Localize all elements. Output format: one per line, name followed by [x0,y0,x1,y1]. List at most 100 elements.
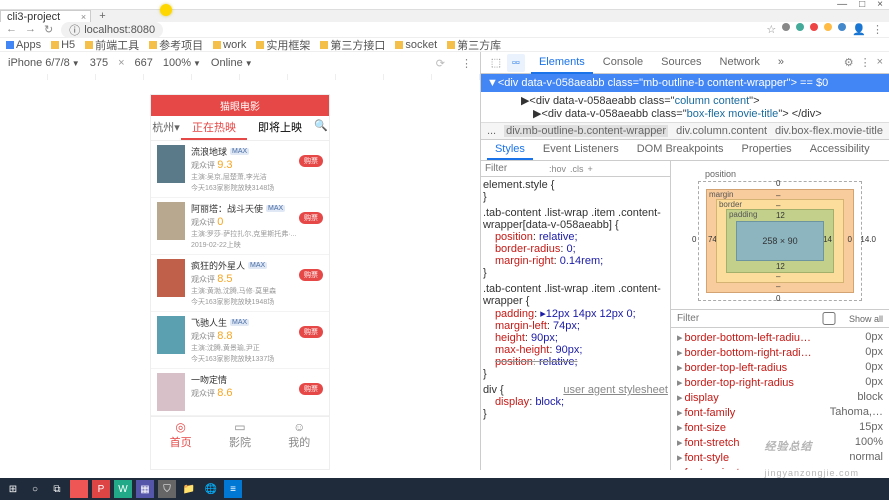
task-view-icon[interactable]: ⧉ [48,480,66,498]
movie-poster [157,259,185,297]
movie-item[interactable]: 流浪地球 MAX 观众评 9.3 主演:吴京,屈楚萧,李光洁 今天163家影院放… [151,141,329,198]
device-select[interactable]: iPhone 6/7/8▼ [8,57,80,69]
new-tab-button[interactable]: + [99,10,105,22]
taskbar-app[interactable]: P [92,480,110,498]
search-icon[interactable]: ○ [26,480,44,498]
box-model[interactable]: 0 0 0 14.0 margin – – 74 0 border – – pa… [698,181,862,301]
bookmark-item[interactable]: 前端工具 [85,37,139,53]
subtab-styles[interactable]: Styles [487,140,533,160]
crumb[interactable]: div.box-flex.movie-title [775,125,883,137]
nav-profile[interactable]: ☺我的 [270,420,329,450]
taskbar-app[interactable]: W [114,480,132,498]
ext-icon[interactable] [796,23,804,31]
crumb[interactable]: ... [487,125,496,137]
computed-prop[interactable]: ▸displayblock [677,390,883,405]
buy-ticket-button[interactable]: 购票 [299,326,323,338]
subtab-dom-breakpoints[interactable]: DOM Breakpoints [629,140,732,160]
maximize-button[interactable]: □ [859,0,865,10]
taskbar-app[interactable]: ▦ [136,480,154,498]
device-mode-icon[interactable]: ▫▫ [507,54,525,72]
network-select[interactable]: Online▼ [211,57,253,69]
close-button[interactable]: × [877,0,883,10]
tab-close-icon[interactable]: × [81,12,86,22]
url-field[interactable]: ⓘ localhost:8080 [61,22,163,38]
forward-icon[interactable]: → [25,23,36,36]
devtools-tab-sources[interactable]: Sources [653,52,709,74]
device-width[interactable]: 375 [90,57,108,69]
tab-now-showing[interactable]: 正在热映 [181,116,247,140]
ext-icon[interactable] [782,23,790,31]
subtab-properties[interactable]: Properties [734,140,800,160]
search-icon[interactable]: 🔍 [313,116,329,140]
devtools-panel: ⬚ ▫▫ Elements Console Sources Network » … [481,52,889,470]
show-all-checkbox[interactable] [815,312,843,325]
devtools-tab-network[interactable]: Network [712,52,768,74]
computed-prop[interactable]: ▸border-bottom-left-radiu…0px [677,330,883,345]
dom-child-node[interactable]: ▶<div data-v-058aeabb class="column cont… [481,92,889,123]
reload-icon[interactable]: ↻ [44,23,53,36]
buy-ticket-button[interactable]: 购票 [299,212,323,224]
movie-item[interactable]: 一吻定情 观众评 8.6 购票 [151,369,329,416]
start-button[interactable]: ⊞ [4,480,22,498]
computed-filter-input[interactable] [677,313,809,324]
dom-selected-node[interactable]: ▼<div data-v-058aeabb class="mb-outline-… [481,74,889,92]
zoom-select[interactable]: 100%▼ [163,57,201,69]
taskbar-vscode[interactable]: ≡ [224,480,242,498]
bookmark-item[interactable]: 参考项目 [149,37,203,53]
ext-icon[interactable] [810,23,818,31]
add-rule-icon[interactable]: + [587,164,592,174]
bookmark-item[interactable]: work [213,39,246,51]
bookmark-item[interactable]: 第三方接口 [320,37,385,53]
movie-item[interactable]: 飞驰人生 MAX 观众评 8.8 主演:沈腾,黄景瑜,尹正 今天163家影院放映… [151,312,329,369]
apps-button[interactable]: Apps [6,39,41,51]
device-menu-icon[interactable]: ⋮ [461,57,472,70]
ext-icon[interactable] [824,23,832,31]
taskbar-app[interactable]: ⛉ [158,480,176,498]
tab-coming-soon[interactable]: 即将上映 [247,116,313,140]
taskbar-chrome[interactable]: 🌐 [202,480,220,498]
nav-cinema[interactable]: ▭影院 [210,420,269,450]
bookmark-item[interactable]: H5 [51,39,75,51]
movie-item[interactable]: 疯狂的外星人 MAX 观众评 8.5 主演:黄渤,沈腾,马修·莫里森 今天163… [151,255,329,312]
taskbar-app[interactable]: 📁 [180,480,198,498]
minimize-button[interactable]: — [837,0,847,10]
buy-ticket-button[interactable]: 购票 [299,155,323,167]
taskbar-app[interactable] [70,480,88,498]
bookmark-item[interactable]: 实用框架 [256,37,310,53]
computed-prop[interactable]: ▸font-familyTahoma,… [677,405,883,420]
crumb[interactable]: div.mb-outline-b.content-wrapper [504,125,668,137]
devtools-settings-icon[interactable]: ⚙ [844,56,854,69]
buy-ticket-button[interactable]: 购票 [299,269,323,281]
nav-home[interactable]: ◎首页 [151,420,210,450]
menu-icon[interactable]: ⋮ [872,23,883,36]
location-picker[interactable]: 杭州▾ [151,116,181,140]
rotate-icon[interactable]: ⟳ [436,57,445,70]
crumb[interactable]: div.column.content [676,125,767,137]
ext-icon[interactable] [838,23,846,31]
computed-prop[interactable]: ▸border-top-right-radius0px [677,375,883,390]
device-height[interactable]: 667 [135,57,153,69]
star-icon[interactable]: ☆ [766,23,776,36]
movie-poster [157,145,185,183]
devtools-tab-more[interactable]: » [770,52,792,74]
computed-prop[interactable]: ▸border-top-left-radius0px [677,360,883,375]
devtools-menu-icon[interactable]: ⋮ [860,56,871,69]
subtab-accessibility[interactable]: Accessibility [802,140,878,160]
site-info-icon[interactable]: ⓘ [69,22,80,38]
cls-toggle[interactable]: .cls [570,164,584,174]
devtools-tab-console[interactable]: Console [595,52,651,74]
subtab-event-listeners[interactable]: Event Listeners [535,140,627,160]
back-icon[interactable]: ← [6,23,17,36]
profile-icon[interactable]: 👤 [852,23,866,36]
buy-ticket-button[interactable]: 购票 [299,383,323,395]
devtools-close-icon[interactable]: × [877,56,883,69]
bookmark-item[interactable]: 第三方库 [447,37,501,53]
browser-tab[interactable]: cli3-project × [0,10,91,22]
hov-toggle[interactable]: :hov [549,164,566,174]
movie-item[interactable]: 阿丽塔：战斗天使 MAX 观众评 0 主演:罗莎·萨拉扎尔,克里斯托弗·... … [151,198,329,255]
devtools-tab-elements[interactable]: Elements [531,52,593,74]
bookmark-item[interactable]: socket [395,39,437,51]
computed-prop[interactable]: ▸border-bottom-right-radi…0px [677,345,883,360]
inspect-icon[interactable]: ⬚ [487,54,505,72]
styles-filter-input[interactable] [485,163,545,174]
